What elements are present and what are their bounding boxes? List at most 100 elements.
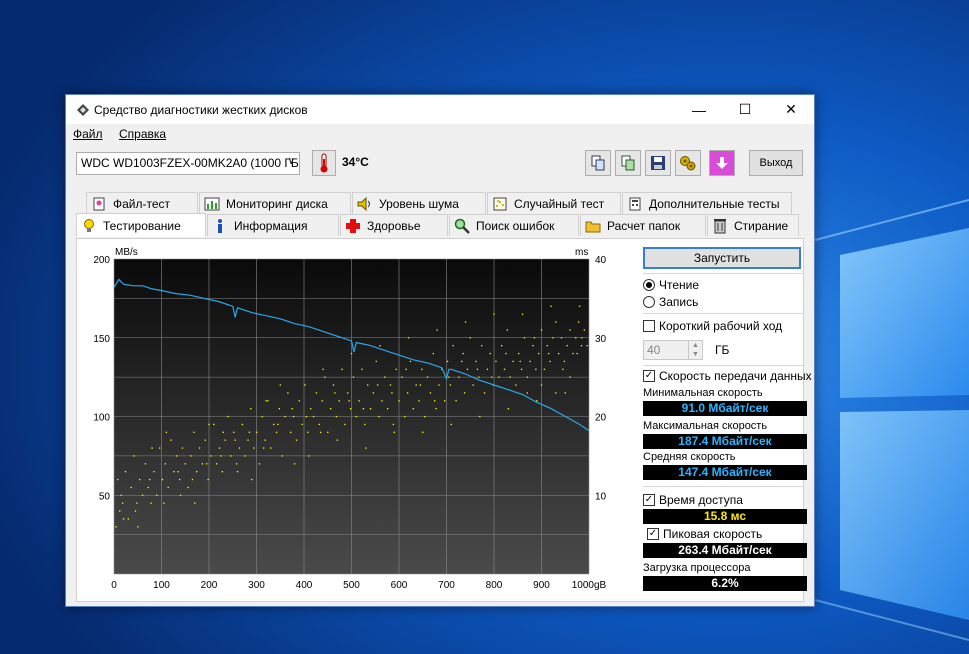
- tab-info[interactable]: Информация: [207, 214, 339, 236]
- tab-erase[interactable]: Стирание: [707, 214, 799, 236]
- y-left-tick-label: 200: [93, 255, 110, 266]
- access-time-point: [287, 392, 289, 394]
- copy-icon: [591, 155, 605, 171]
- y-right-tick-label: 30: [595, 334, 607, 345]
- save-button[interactable]: [645, 150, 671, 176]
- divider: [643, 365, 803, 366]
- exit-button[interactable]: Выход: [749, 150, 803, 176]
- access-time-point: [429, 392, 432, 394]
- tab-benchmark[interactable]: Тестирование: [76, 213, 206, 237]
- update-button[interactable]: [709, 150, 735, 176]
- access-time-point: [238, 447, 241, 449]
- x-tick-label: 100: [153, 580, 170, 591]
- access-time-point: [562, 368, 564, 370]
- tab-aam[interactable]: Уровень шума: [352, 192, 486, 214]
- menu-help[interactable]: Справка: [119, 127, 166, 141]
- drive-select[interactable]: WDC WD1003FZEX-00MK2A0 (1000 ГБ) ∨: [76, 152, 300, 175]
- radio-read[interactable]: Чтение: [643, 278, 699, 292]
- access-time-point: [121, 502, 124, 504]
- x-tick-label: 1000gB: [572, 580, 607, 591]
- access-time-point: [139, 478, 141, 481]
- access-time-point: [347, 392, 349, 394]
- access-time-point: [532, 345, 534, 347]
- trash-icon: [712, 218, 728, 234]
- access-time-point: [355, 415, 357, 418]
- copy-info-button[interactable]: [585, 150, 611, 176]
- close-icon: ✕: [785, 101, 797, 117]
- access-time-point: [341, 368, 343, 370]
- access-time-checkbox[interactable]: ✓ Время доступа: [643, 493, 743, 507]
- tab-folder-usage[interactable]: Расчет папок: [580, 214, 706, 236]
- close-button[interactable]: ✕: [768, 95, 814, 124]
- short-stroke-checkbox[interactable]: Короткий рабочий ход: [643, 319, 782, 333]
- access-time-point: [475, 360, 477, 363]
- access-time-point: [277, 423, 279, 426]
- access-time-point: [401, 376, 403, 378]
- access-time-point: [495, 360, 497, 363]
- access-time-point: [432, 352, 434, 355]
- maximize-button[interactable]: ☐: [722, 95, 768, 124]
- tab-file-benchmark[interactable]: Файл-тест: [86, 192, 198, 214]
- monitor-chart-icon: [204, 196, 220, 212]
- access-time-point: [321, 400, 323, 402]
- access-time-point: [520, 368, 523, 370]
- access-time-point: [552, 337, 554, 339]
- radio-write-indicator: [643, 296, 655, 308]
- access-time-point: [384, 376, 386, 378]
- access-time-point: [320, 431, 322, 433]
- start-button[interactable]: Запустить: [643, 247, 801, 269]
- spinner-arrows[interactable]: ▲ ▼: [688, 341, 702, 359]
- short-stroke-spinner[interactable]: 40 ▲ ▼: [643, 340, 703, 360]
- random-dots-icon: [492, 196, 508, 212]
- access-time-point: [137, 526, 139, 528]
- access-time-point: [381, 400, 383, 402]
- x-tick-label: 600: [391, 580, 408, 591]
- access-time-point: [486, 368, 489, 370]
- access-time-point: [507, 408, 509, 410]
- access-time-point: [586, 345, 588, 347]
- access-time-point: [218, 447, 221, 449]
- access-time-point: [181, 447, 184, 449]
- access-time-point: [409, 360, 412, 363]
- access-time-point: [191, 478, 194, 481]
- access-time-point: [392, 423, 394, 426]
- x-tick-label: 500: [343, 580, 360, 591]
- access-time-point: [455, 400, 457, 402]
- transfer-rate-checkbox[interactable]: ✓ Скорость передачи данных: [643, 369, 812, 383]
- access-time-point: [498, 376, 500, 378]
- access-time-point: [560, 337, 563, 339]
- access-time-point: [438, 384, 440, 386]
- minimize-button[interactable]: —: [676, 95, 722, 124]
- tab-extra-tests[interactable]: Дополнительные тесты: [622, 192, 792, 214]
- radio-write[interactable]: Запись: [643, 295, 698, 309]
- access-time-point: [224, 439, 226, 441]
- access-time-point: [348, 400, 350, 402]
- access-time-point: [196, 471, 198, 473]
- access-time-point: [234, 439, 236, 441]
- options-button[interactable]: [675, 150, 701, 176]
- x-tick-label: 700: [438, 580, 455, 591]
- avg-speed-label: Средняя скорость: [643, 451, 736, 463]
- x-tick-label: 800: [486, 580, 503, 591]
- tab-error-scan[interactable]: Поиск ошибок: [449, 214, 579, 236]
- tab-disk-monitor[interactable]: Мониторинг диска: [199, 192, 351, 214]
- access-time-point: [235, 463, 238, 465]
- thermometer-icon: [320, 153, 328, 173]
- tab-random-access[interactable]: Случайный тест: [487, 192, 621, 214]
- access-time-point: [478, 376, 480, 378]
- access-time-point: [450, 423, 452, 426]
- copy-screenshot-button[interactable]: [615, 150, 641, 176]
- tab-health[interactable]: Здоровье: [340, 214, 448, 236]
- access-time-point: [164, 463, 166, 465]
- menu-file[interactable]: Файл: [73, 127, 103, 141]
- avg-speed-value: 147.4 Мбайт/сек: [643, 465, 807, 480]
- y-right-tick-label: 20: [595, 413, 607, 424]
- access-time-box: ✓: [643, 494, 655, 506]
- burst-rate-checkbox[interactable]: ✓ Пиковая скорость: [647, 527, 762, 541]
- access-time-point: [558, 352, 560, 355]
- access-time-point: [117, 478, 119, 481]
- access-time-point: [406, 392, 409, 394]
- access-time-point: [512, 360, 514, 363]
- spin-up-icon: ▲: [692, 342, 699, 349]
- temperature-button[interactable]: [312, 150, 336, 176]
